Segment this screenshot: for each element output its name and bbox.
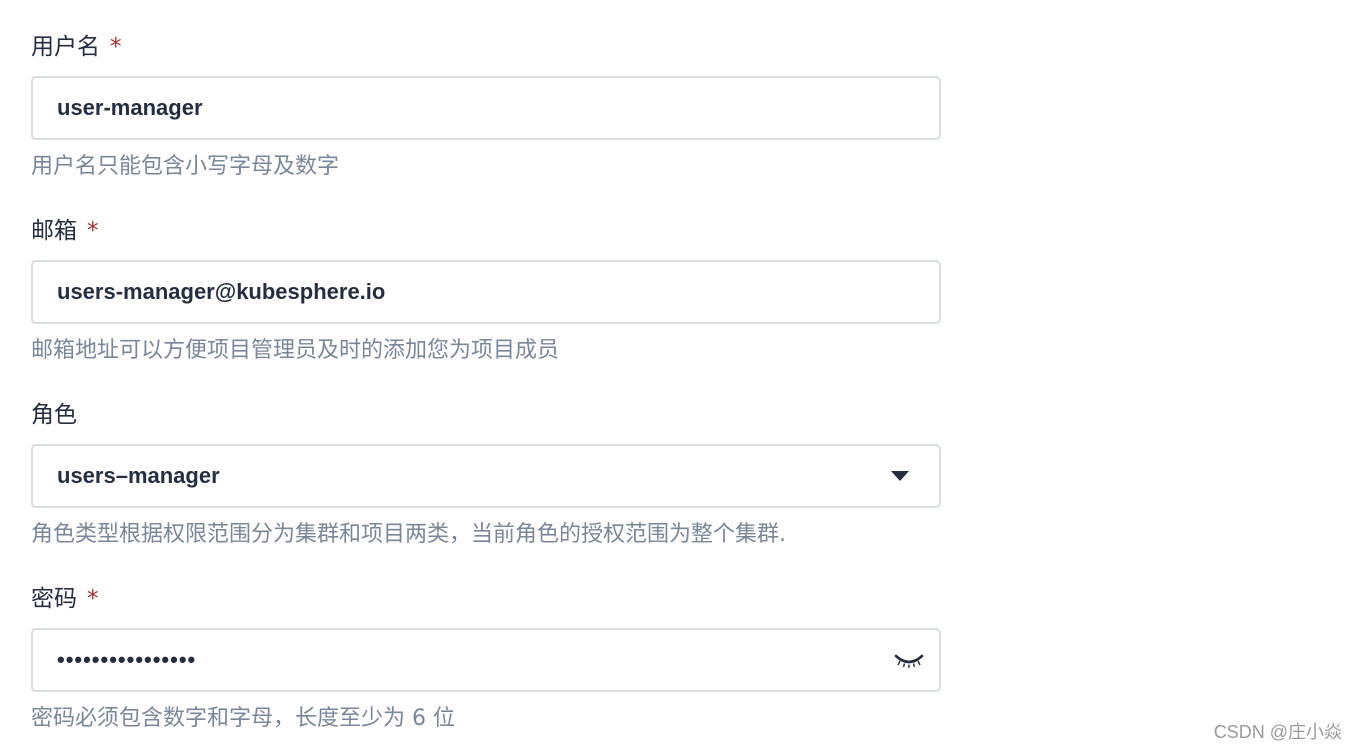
password-label: 密码 *	[31, 584, 99, 614]
watermark: CSDN @庄小焱	[1213, 722, 1342, 742]
role-selected-value: users–manager	[57, 463, 220, 488]
required-mark: *	[87, 218, 99, 244]
username-label: 用户名 *	[31, 32, 122, 62]
required-mark: *	[110, 34, 122, 60]
password-hint: 密码必须包含数字和字母，长度至少为 6 位	[31, 706, 455, 731]
email-label-text: 邮箱	[31, 218, 77, 244]
required-mark: *	[87, 586, 99, 612]
username-input[interactable]: user-manager	[31, 76, 941, 140]
password-input[interactable]: ••••••••••••••••	[31, 628, 941, 692]
email-input[interactable]: users-manager@kubesphere.io	[31, 260, 941, 324]
email-label: 邮箱 *	[31, 216, 99, 246]
role-label: 角色	[31, 402, 77, 428]
password-label-text: 密码	[31, 586, 77, 612]
eye-closed-icon[interactable]	[893, 646, 925, 674]
username-hint: 用户名只能包含小写字母及数字	[31, 154, 340, 179]
role-hint: 角色类型根据权限范围分为集群和项目两类，当前角色的授权范围为整个集群.	[31, 522, 786, 547]
password-value: ••••••••••••••••	[57, 647, 197, 672]
caret-down-icon[interactable]	[891, 471, 909, 481]
email-hint: 邮箱地址可以方便项目管理员及时的添加您为项目成员	[31, 338, 560, 363]
username-label-text: 用户名	[31, 34, 100, 60]
email-value: users-manager@kubesphere.io	[57, 279, 386, 304]
username-value: user-manager	[57, 95, 203, 120]
role-select[interactable]: users–manager	[31, 444, 941, 508]
